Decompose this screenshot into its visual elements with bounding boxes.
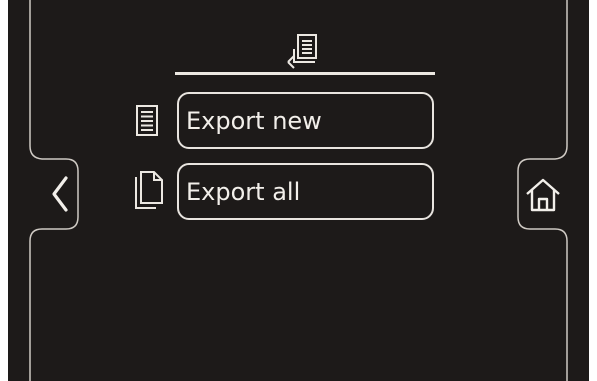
back-button[interactable]	[46, 172, 76, 216]
documents-stack-icon	[135, 171, 163, 209]
header-divider	[175, 72, 435, 75]
export-all-label: Export all	[186, 177, 301, 206]
export-all-button[interactable]: Export all	[177, 163, 434, 220]
export-new-label: Export new	[186, 106, 322, 135]
export-new-button[interactable]: Export new	[177, 92, 434, 149]
device-screen: Export new Export all	[8, 0, 589, 381]
document-lines-icon	[136, 105, 158, 136]
home-icon	[526, 178, 560, 212]
home-button[interactable]	[524, 176, 562, 214]
export-tray-icon	[287, 34, 317, 69]
chevron-left-icon	[52, 176, 68, 212]
